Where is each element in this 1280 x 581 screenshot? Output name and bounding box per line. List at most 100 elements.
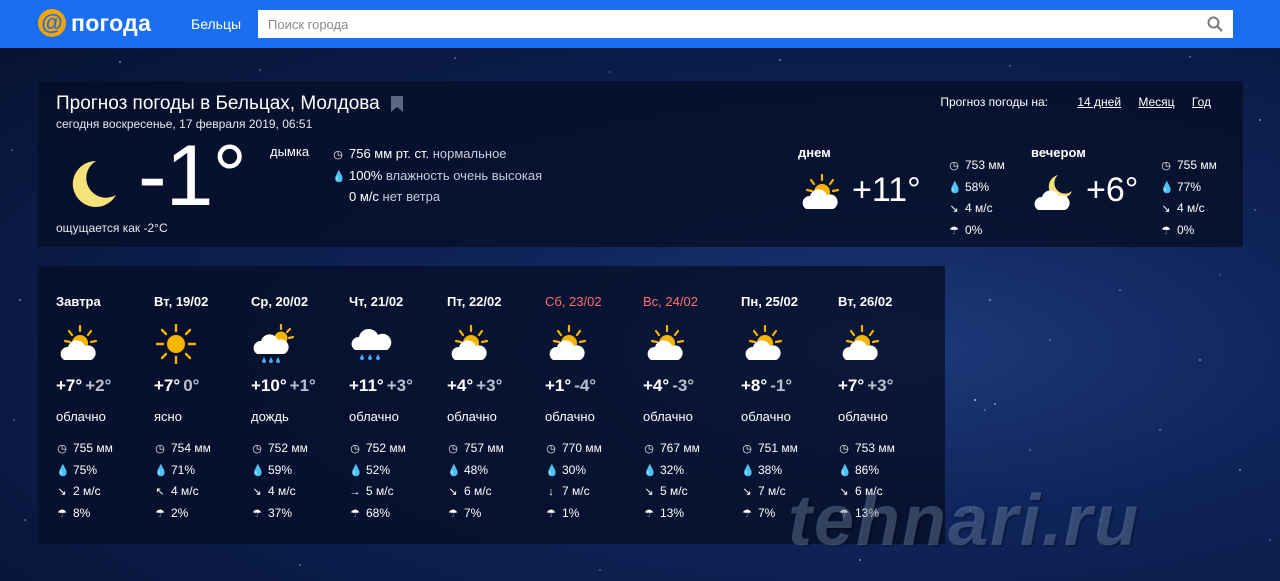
wind-note: нет ветра [382,189,441,204]
humidity-row: 💧 100% влажность очень высокая [332,166,542,188]
forecast-date: Вт, 19/02 [154,294,209,309]
sun-cloud-icon [802,173,840,209]
sun-cloud-icon [60,324,98,360]
forecast-precip: 37% [268,505,293,520]
forecast-high: +1° [545,376,572,395]
forecast-condition: облачно [838,409,888,424]
evening-part-stats: ◷ 755 мм 💧 77% ↘ 4 м/с ☂ 0% [1160,155,1217,241]
pressure-icon: ◷ [644,443,654,455]
page-title: Прогноз погоды в Бельцах, Молдова [56,93,404,115]
search-icon[interactable] [1207,16,1223,32]
feels-like: ощущается как -2°C [56,221,168,235]
link-month[interactable]: Месяц [1138,95,1174,109]
drop-icon: 💧 [332,170,346,183]
forecast-date: Сб, 23/02 [545,294,602,309]
day-wind: 4 м/с [965,201,993,215]
wind-arrow-icon: ↘ [252,486,262,498]
at-logo-icon: @ [38,9,66,37]
forecast-humidity: 71% [171,462,196,477]
bookmark-icon[interactable] [391,95,404,112]
forecast-precip: 68% [366,505,391,520]
forecast-temperature: +8° -1° [741,376,792,396]
forecast-precip: 1% [562,505,580,520]
wind-arrow-icon: ↘ [1161,203,1171,215]
sun-cloud-rain-icon [253,324,295,363]
forecast-wind: 5 м/с [660,484,688,498]
forecast-low: -3° [672,376,695,395]
forecast-stats: ◷ 754 мм 💧 71% ↖ 4 м/с ☂ 2% [154,438,211,524]
forecast-wind: 6 м/с [464,484,492,498]
pressure-icon: ◷ [350,443,360,455]
evening-part-temperature: +6° [1086,171,1139,209]
forecast-low: +3° [476,376,503,395]
drop-icon: 💧 [643,464,657,477]
link-year[interactable]: Год [1192,95,1211,109]
forecast-stats: ◷ 752 мм 💧 52% → 5 м/с ☂ 68% [349,438,406,524]
watermark-text: tehnari.ru [788,481,1141,561]
day-part-temperature: +11° [852,171,921,209]
day-humidity: 58% [965,179,990,194]
city-link[interactable]: Бельцы [191,16,241,32]
forecast-stats: ◷ 752 мм 💧 59% ↘ 4 м/с ☂ 37% [251,438,308,524]
pressure-note: нормальное [432,146,507,161]
forecast-pressure: 757 мм [464,441,504,455]
drop-icon: 💧 [349,464,363,477]
cloud-rain-icon [351,328,392,360]
sun-cloud-icon [451,324,489,360]
forecast-date: Завтра [56,294,101,309]
evening-wind: 4 м/с [1177,201,1205,215]
forecast-low: -4° [574,376,597,395]
forecast-high: +7° [56,376,83,395]
drop-icon: 💧 [447,464,461,477]
umbrella-icon: ☂ [252,507,262,520]
forecast-period-links: Прогноз погоды на: 14 дней Месяц Год [940,95,1211,109]
forecast-temperature: +4° -3° [643,376,694,396]
forecast-date: Вт, 26/02 [838,294,893,309]
forecast-low: -1° [770,376,793,395]
forecast-high: +4° [447,376,474,395]
pressure-icon: ◷ [839,443,849,455]
forecast-temperature: +4° +3° [447,376,502,396]
logo[interactable]: @ погода [38,9,151,37]
forecast-temperature: +7° +3° [838,376,893,396]
wind-arrow-icon: ↘ [644,486,654,498]
forecast-humidity: 52% [366,462,391,477]
link-14-days[interactable]: 14 дней [1077,95,1121,109]
sun-icon [156,324,197,364]
day-part-label: днем [798,145,831,160]
forecast-precip: 7% [758,505,776,520]
wind-arrow-icon: ↘ [742,486,752,498]
forecast-precip: 13% [660,505,685,520]
evening-part-label: вечером [1031,145,1086,160]
forecast-humidity: 75% [73,462,98,477]
forecast-precip: 7% [464,505,482,520]
forecast-precip: 2% [171,505,189,520]
wind-arrow-icon: → [349,486,361,498]
pressure-icon: ◷ [252,443,262,455]
forecast-high: +7° [154,376,181,395]
humidity-value: 100% [349,167,383,183]
forecast-humidity: 30% [562,462,587,477]
sun-cloud-icon [647,324,685,360]
drop-icon: 💧 [251,464,265,477]
forecast-temperature: +11° +3° [349,376,413,396]
forecast-date: Вс, 24/02 [643,294,698,309]
forecast-humidity: 48% [464,462,489,477]
day-pressure: 753 мм [965,158,1005,172]
evening-precip: 0% [1177,222,1195,237]
forecast-temperature: +10° +1° [251,376,316,396]
logo-text: погода [71,9,152,36]
search-input[interactable] [258,11,1188,37]
evening-humidity: 77% [1177,179,1202,194]
forecast-date: Ср, 20/02 [251,294,309,309]
forecast-wind: 5 м/с [366,484,394,498]
forecast-pressure: 767 мм [660,441,700,455]
sun-cloud-icon [549,324,587,360]
forecast-high: +10° [251,376,287,395]
forecast-condition: облачно [741,409,791,424]
top-navigation-bar: @ погода Бельцы [0,0,1280,48]
umbrella-icon: ☂ [644,507,654,520]
pressure-icon: ◷ [155,443,165,455]
forecast-wind: 4 м/с [268,484,296,498]
forecast-pressure: 770 мм [562,441,602,455]
